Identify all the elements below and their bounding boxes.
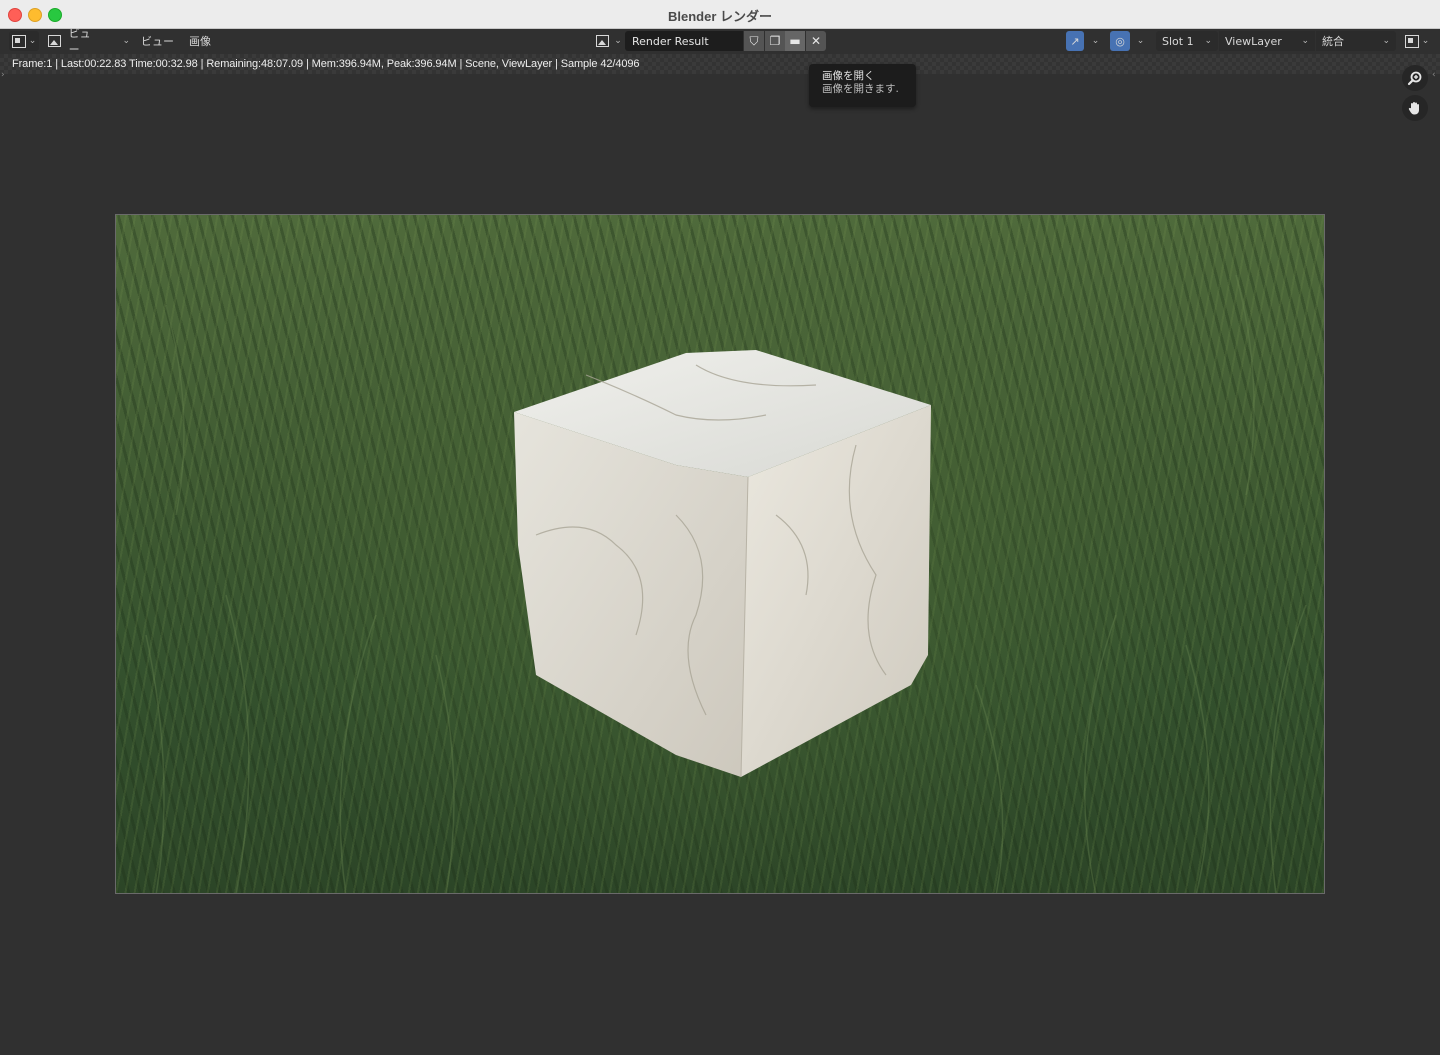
duplicate-image-icon[interactable]: ❐ xyxy=(765,31,785,51)
tooltip-description: 画像を開きます. xyxy=(822,83,899,95)
chevron-down-icon: ⌄ xyxy=(1382,36,1390,46)
fake-user-shield-icon[interactable]: ⛉ xyxy=(744,31,764,51)
zoom-icon[interactable] xyxy=(1402,65,1428,91)
menu-image[interactable]: 画像 xyxy=(183,31,217,51)
overlay-options-chevron-icon[interactable]: ⌄ xyxy=(1131,31,1147,51)
image-icon xyxy=(596,35,610,47)
slot-label: Slot 1 xyxy=(1162,34,1194,48)
chevron-down-icon: ⌄ xyxy=(122,36,130,46)
render-result-image xyxy=(115,214,1325,894)
chevron-down-icon: ⌄ xyxy=(1421,36,1430,46)
image-name-field[interactable]: Render Result xyxy=(625,31,743,51)
render-pass-dropdown[interactable]: 統合 ⌄ xyxy=(1316,31,1396,51)
tooltip-title: 画像を開く xyxy=(822,70,875,82)
rendered-cube-scene xyxy=(145,274,1307,893)
overlay-toggle-icon[interactable]: ◎ xyxy=(1110,31,1130,51)
view-mode-dropdown[interactable]: ビュー ⌄ xyxy=(44,27,130,56)
title-bar: Blender レンダー xyxy=(0,0,1440,29)
slot-dropdown[interactable]: Slot 1 ⌄ xyxy=(1156,31,1218,51)
display-channels-icon xyxy=(1404,34,1419,48)
sidebar-expand-arrow-icon[interactable]: ‹ xyxy=(1432,70,1436,80)
chevron-down-icon: ⌄ xyxy=(1301,36,1309,46)
chevron-down-icon: ⌄ xyxy=(1204,36,1212,46)
gizmo-toggle-icon[interactable]: ↗ xyxy=(1066,31,1084,51)
view-layer-dropdown[interactable]: ViewLayer ⌄ xyxy=(1219,31,1315,51)
view-layer-label: ViewLayer xyxy=(1225,34,1282,48)
render-pass-label: 統合 xyxy=(1322,35,1344,48)
hand-icon[interactable] xyxy=(1402,95,1428,121)
view-mode-label: ビュー xyxy=(68,27,91,56)
window-title: Blender レンダー xyxy=(667,9,772,24)
display-channels-button[interactable]: ⌄ xyxy=(1402,31,1432,51)
image-editor-header: ⌄ ビュー ⌄ ビュー 画像 ⌄ Render Result ⛉ ❐ ▬ ✕ ↗… xyxy=(0,27,1440,56)
blender-render-window: Blender レンダー ⌄ ビュー ⌄ ビュー 画像 ⌄ Render Res… xyxy=(0,0,1440,1055)
unlink-image-close-icon[interactable]: ✕ xyxy=(806,31,826,51)
menu-view[interactable]: ビュー xyxy=(135,31,180,51)
image-icon xyxy=(48,35,61,47)
gizmo-options-chevron-icon[interactable]: ⌄ xyxy=(1086,31,1102,51)
chevron-down-icon: ⌄ xyxy=(614,36,622,46)
render-stats-text: Frame:1 | Last:00:22.83 Time:00:32.98 | … xyxy=(12,58,640,70)
open-image-tooltip: 画像を開く 画像を開きます. xyxy=(809,64,916,107)
toolbar-expand-arrow-icon[interactable]: › xyxy=(1,70,5,80)
image-editor-icon xyxy=(11,34,26,48)
editor-type-button[interactable]: ⌄ xyxy=(9,31,39,51)
image-browse-button[interactable]: ⌄ xyxy=(594,31,624,51)
open-image-folder-icon[interactable]: ▬ xyxy=(785,31,805,51)
chevron-down-icon: ⌄ xyxy=(28,36,37,46)
